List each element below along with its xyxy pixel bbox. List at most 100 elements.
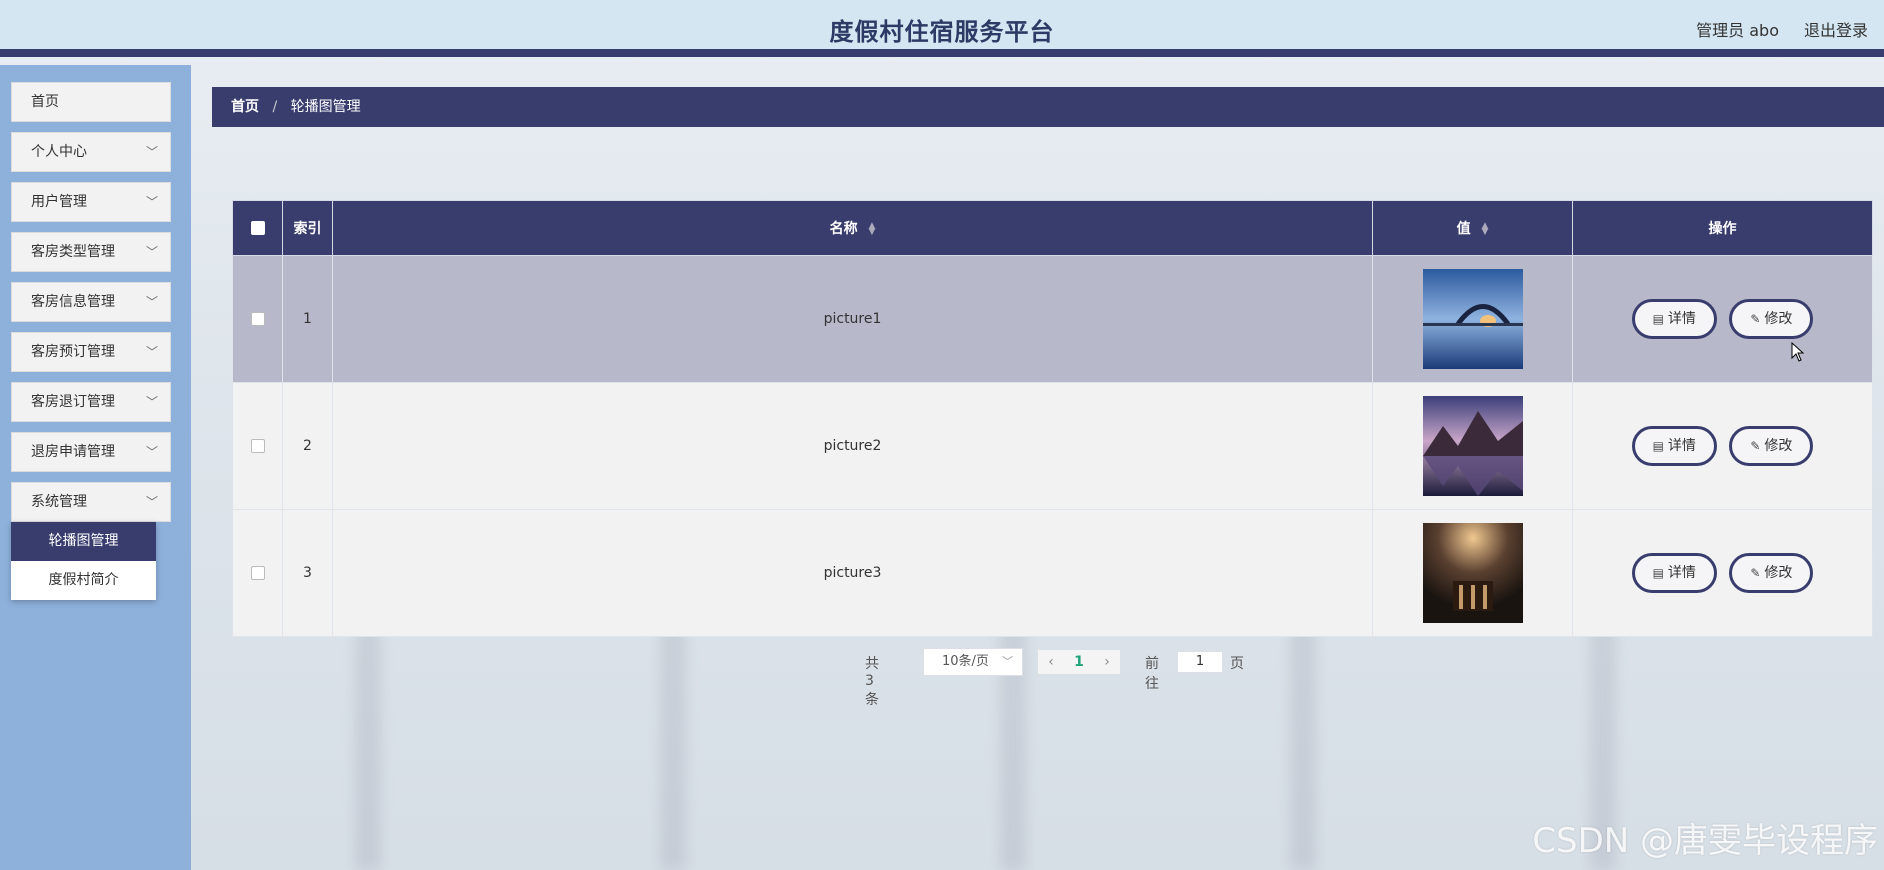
sidebar-item-system-management[interactable]: 系统管理 ﹀ [11,482,171,522]
current-user-label: 管理员 abo [1696,21,1779,40]
row-index: 2 [282,382,333,510]
logout-link[interactable]: 退出登录 [1804,17,1868,41]
page-unit-label: 页 [1230,656,1244,672]
chevron-down-icon: ﹀ [145,195,158,209]
breadcrumb-home[interactable]: 首页 [231,99,259,115]
sidebar-item-room-type-management[interactable]: 客房类型管理 ﹀ [11,232,171,272]
edit-button-label: 修改 [1764,438,1793,454]
row-checkbox[interactable] [250,566,265,580]
breadcrumb: 首页 / 轮播图管理 [212,87,1884,127]
sidebar: 首页 个人中心 ﹀ 用户管理 ﹀ 客房类型管理 ﹀ 客房信息管理 ﹀ 客房预订管… [0,65,191,870]
carousel-table: 索引 名称 ▲ ▼ 值 ▲ ▼ 操作 1 picture1 ▤ 详情 ✎ 修改 … [232,200,1873,637]
column-header-index: 索引 [282,200,333,256]
select-all-checkbox[interactable] [250,221,265,235]
edit-button[interactable]: ✎ 修改 [1729,553,1814,593]
row-actions: ▤ 详情 ✎ 修改 [1572,382,1873,510]
row-select-cell [232,382,283,510]
sidebar-item-home[interactable]: 首页 [11,82,171,122]
row-image-cell [1372,255,1573,383]
system-management-submenu: 轮播图管理 度假村简介 [11,522,156,600]
sidebar-item-label: 客房退订管理 [31,394,115,410]
sidebar-item-label: 客房信息管理 [31,294,115,310]
page-number-current[interactable]: 1 [1064,650,1094,674]
carousel-thumbnail [1422,523,1523,623]
chevron-down-icon: ﹀ [145,145,158,159]
chevron-down-icon: ﹀ [145,245,158,259]
row-actions: ▤ 详情 ✎ 修改 [1572,255,1873,383]
row-name: picture2 [332,382,1373,510]
prev-page-button[interactable]: ‹ [1038,650,1064,674]
row-name: picture1 [332,255,1373,383]
page-size-value: 10条/页 [942,654,989,669]
row-image-cell [1372,382,1573,510]
table-row: 1 picture1 ▤ 详情 ✎ 修改 [232,255,1873,383]
column-header-label: 名称 [829,221,858,237]
edit-button[interactable]: ✎ 修改 [1729,299,1814,339]
detail-button[interactable]: ▤ 详情 [1631,426,1717,466]
table-row: 3 picture3 ▤ 详情 ✎ 修改 [232,509,1873,637]
row-actions: ▤ 详情 ✎ 修改 [1572,509,1873,637]
carousel-thumbnail [1422,396,1523,496]
chevron-down-icon: ﹀ [1002,655,1013,668]
document-icon: ▤ [1652,312,1664,326]
sidebar-item-label: 首页 [31,94,59,110]
background-decoration [1290,620,1316,870]
row-index: 3 [282,509,333,637]
chevron-down-icon: ﹀ [145,495,158,509]
chevron-down-icon: ﹀ [145,395,158,409]
column-header-value[interactable]: 值 ▲ ▼ [1372,200,1573,256]
chevron-down-icon: ﹀ [145,445,158,459]
submenu-item-resort-intro[interactable]: 度假村简介 [11,561,156,600]
select-all-cell [232,200,283,256]
document-icon: ▤ [1652,566,1664,580]
table-header-row: 索引 名称 ▲ ▼ 值 ▲ ▼ 操作 [232,200,1873,256]
carousel-thumbnail [1422,269,1523,369]
detail-button-label: 详情 [1667,311,1696,327]
detail-button-label: 详情 [1667,565,1696,581]
sort-icon[interactable]: ▲ ▼ [868,222,875,237]
sidebar-item-user-management[interactable]: 用户管理 ﹀ [11,182,171,222]
column-header-name[interactable]: 名称 ▲ ▼ [332,200,1373,256]
row-checkbox[interactable] [250,312,265,326]
page-size-select[interactable]: 10条/页 ﹀ [923,648,1023,676]
sidebar-item-room-booking-management[interactable]: 客房预订管理 ﹀ [11,332,171,372]
row-checkbox[interactable] [250,439,265,453]
table-row: 2 picture2 ▤ 详情 ✎ 修改 [232,382,1873,510]
submenu-item-carousel-management[interactable]: 轮播图管理 [11,522,156,561]
background-decoration [355,620,381,870]
pencil-icon: ✎ [1750,439,1761,453]
detail-button[interactable]: ▤ 详情 [1631,553,1717,593]
row-image-cell [1372,509,1573,637]
column-header-actions: 操作 [1572,200,1873,256]
background-decoration [660,620,686,870]
edit-button-label: 修改 [1764,565,1793,581]
sidebar-item-checkout-request-management[interactable]: 退房申请管理 ﹀ [11,432,171,472]
row-name: picture3 [332,509,1373,637]
row-select-cell [232,255,283,383]
pencil-icon: ✎ [1750,566,1761,580]
sidebar-item-label: 客房预订管理 [31,344,115,360]
mouse-cursor-icon [1791,342,1805,362]
sidebar-item-label: 用户管理 [31,194,87,210]
row-index: 1 [282,255,333,383]
sidebar-item-room-info-management[interactable]: 客房信息管理 ﹀ [11,282,171,322]
sidebar-item-personal-center[interactable]: 个人中心 ﹀ [11,132,171,172]
sidebar-item-label: 退房申请管理 [31,444,115,460]
edit-button[interactable]: ✎ 修改 [1729,426,1814,466]
top-bar: 度假村住宿服务平台 管理员 abo 退出登录 [0,0,1884,57]
document-icon: ▤ [1652,439,1664,453]
chevron-down-icon: ﹀ [145,295,158,309]
row-select-cell [232,509,283,637]
goto-page-input[interactable]: 1 [1177,651,1223,673]
chevron-down-icon: ﹀ [145,345,158,359]
edit-button-label: 修改 [1764,311,1793,327]
sidebar-item-room-cancel-management[interactable]: 客房退订管理 ﹀ [11,382,171,422]
sort-icon[interactable]: ▲ ▼ [1481,222,1488,237]
breadcrumb-separator: / [272,99,278,115]
pencil-icon: ✎ [1750,312,1761,326]
detail-button[interactable]: ▤ 详情 [1631,299,1717,339]
app-title: 度假村住宿服务平台 [829,18,1055,46]
next-page-button[interactable]: › [1094,650,1120,674]
sidebar-item-label: 客房类型管理 [31,244,115,260]
breadcrumb-current: 轮播图管理 [290,99,361,115]
